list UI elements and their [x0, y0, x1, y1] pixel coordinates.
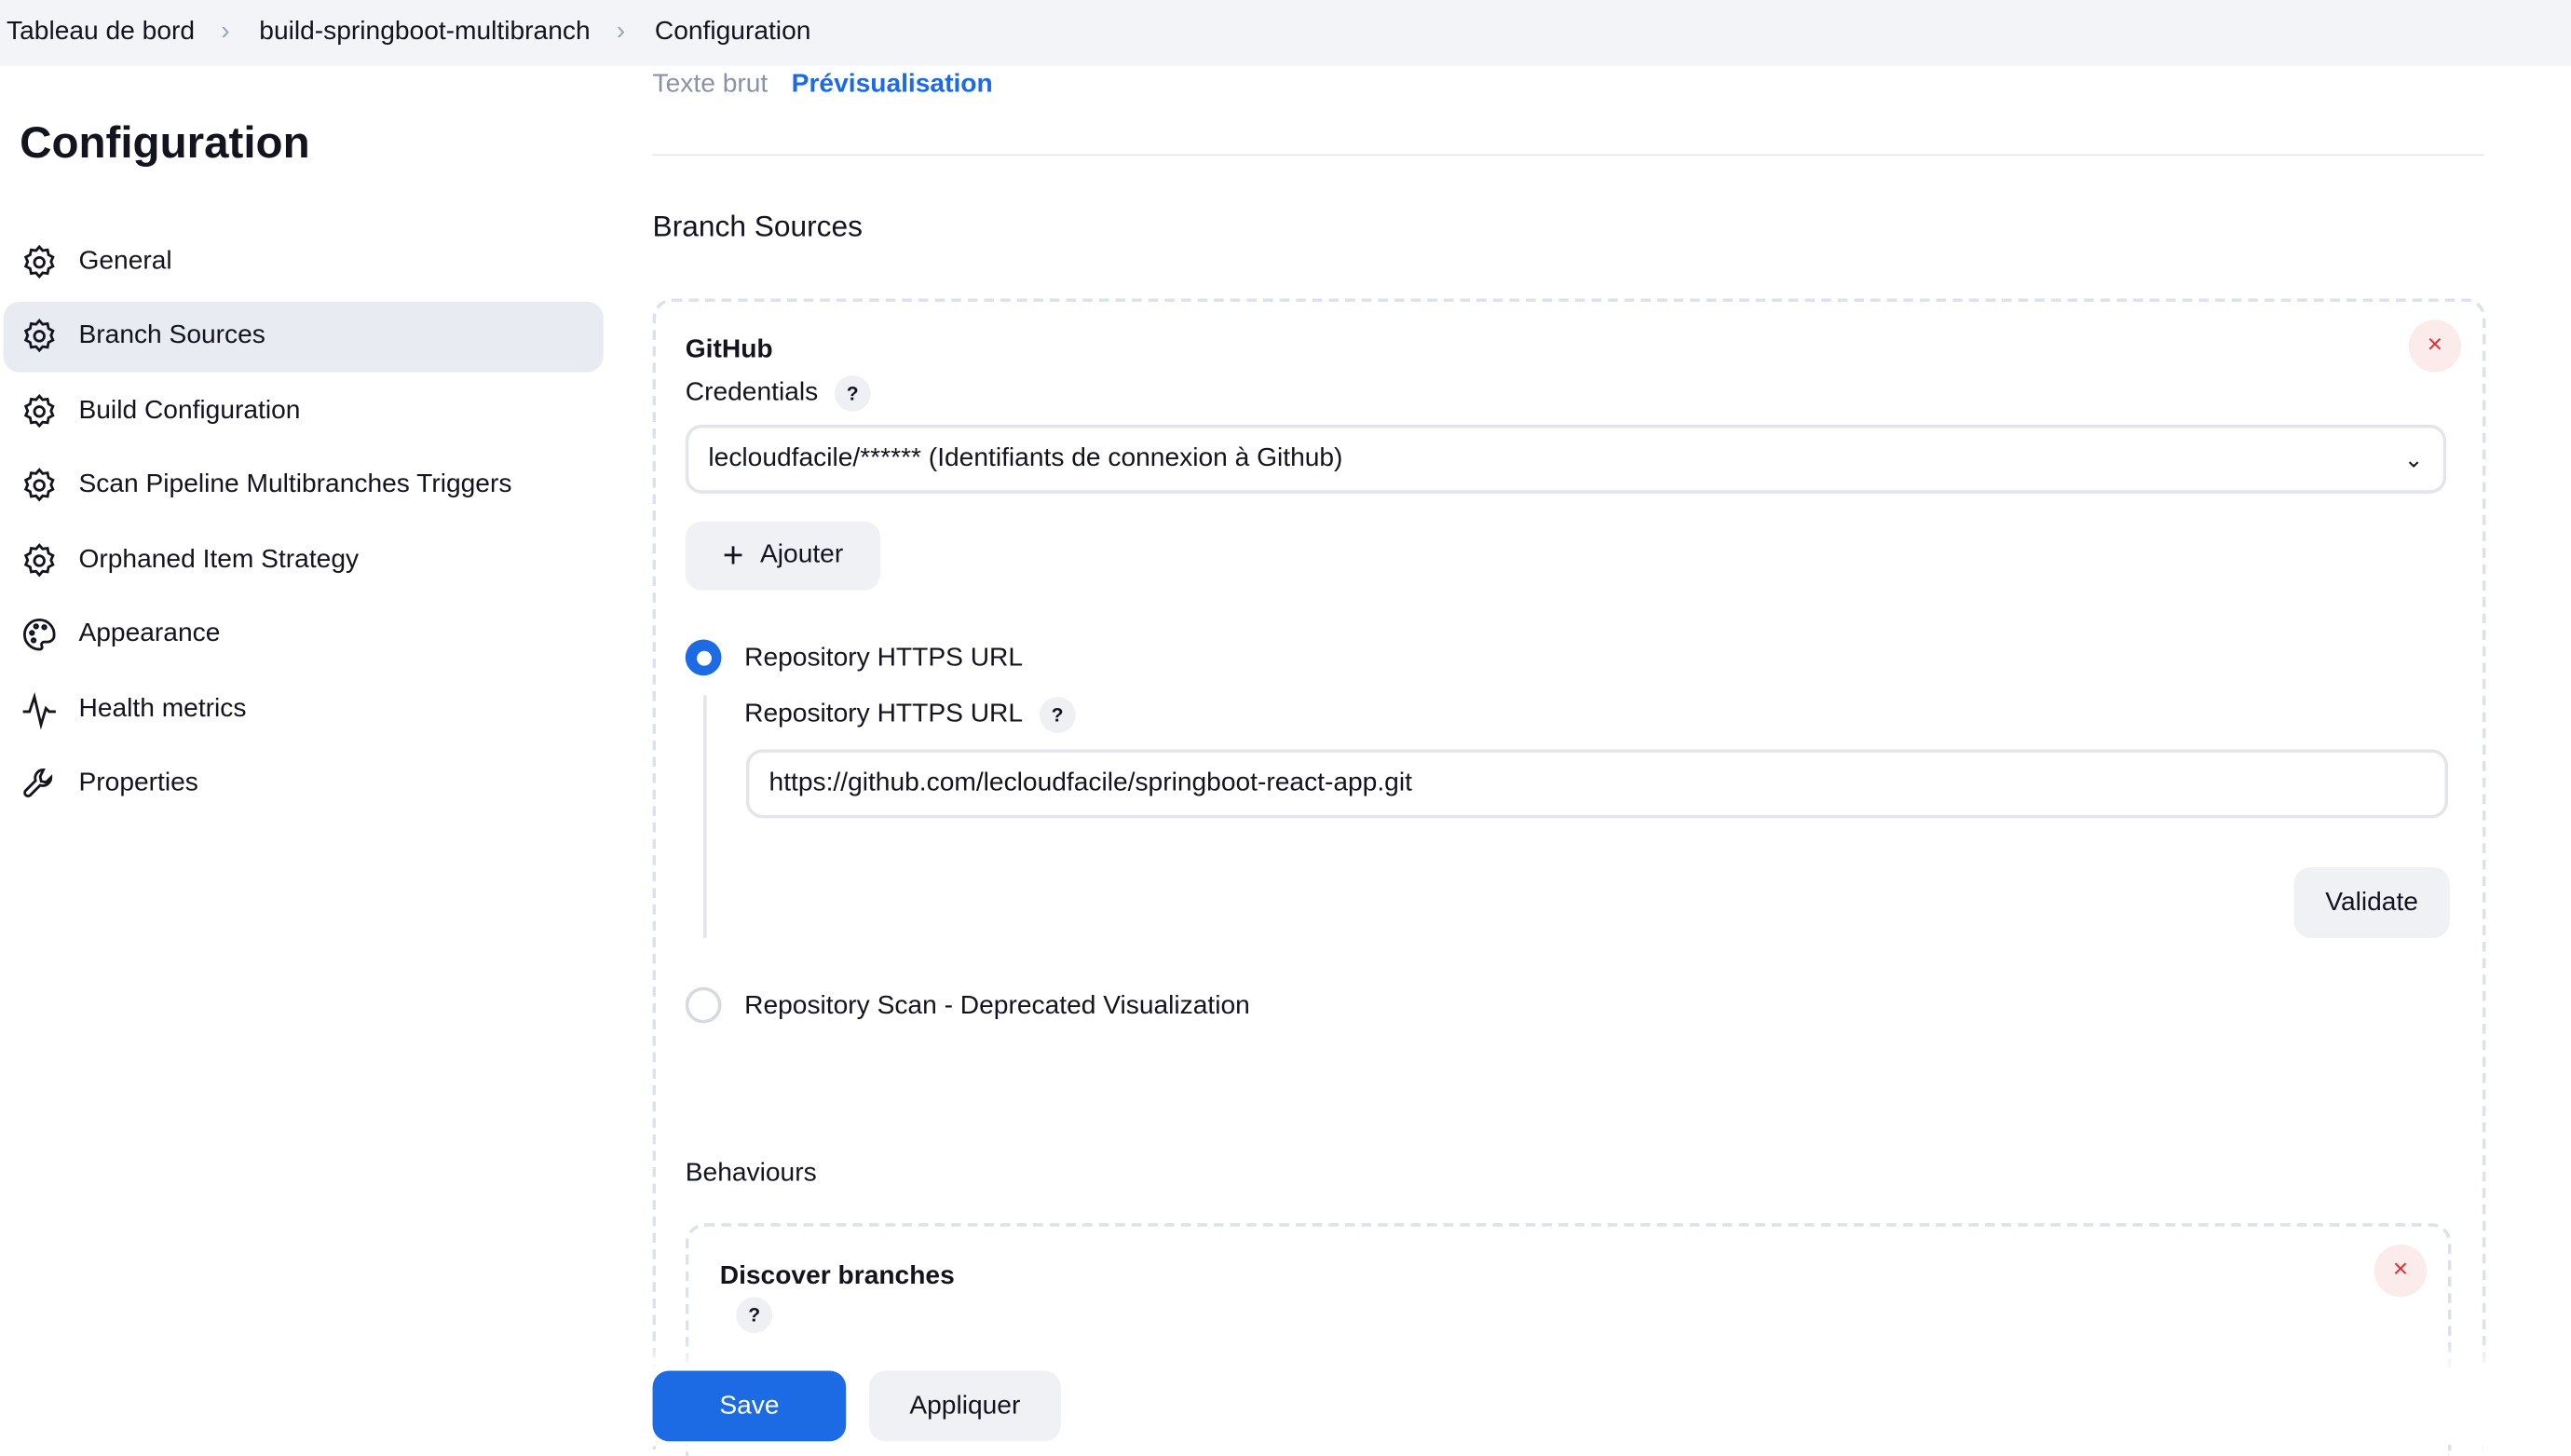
divider [652, 154, 2484, 156]
sidebar-item-scan-triggers[interactable]: Scan Pipeline Multibranches Triggers [4, 450, 604, 521]
sidebar-item-label: Appearance [78, 619, 221, 648]
radio-https-url-label: Repository HTTPS URL [744, 644, 1024, 673]
sidebar-item-build-configuration[interactable]: Build Configuration [4, 375, 604, 446]
discover-branches-title: Discover branches [719, 1262, 955, 1291]
sidebar-item-label: Branch Sources [78, 320, 265, 349]
chevron-right-icon: › [221, 18, 230, 47]
radio-repository-scan[interactable] [685, 987, 722, 1024]
close-icon[interactable]: × [2408, 320, 2462, 373]
breadcrumb: Tableau de bord › build-springboot-multib… [0, 0, 2571, 66]
wrench-icon [23, 769, 53, 797]
apply-button[interactable]: Appliquer [868, 1370, 1061, 1442]
chevron-down-icon: ⌄ [2403, 444, 2424, 472]
gear-icon [23, 468, 55, 502]
repository-url-value: https://github.com/lecloudfacile/springb… [769, 769, 1412, 797]
sidebar-item-label: General [78, 246, 172, 275]
github-title: GitHub [685, 335, 773, 364]
add-label: Ajouter [759, 540, 844, 569]
sidebar-item-properties[interactable]: Properties [4, 749, 604, 820]
gear-icon [23, 318, 55, 353]
sidebar-nav: General Branch Sources Build Configurati… [3, 226, 604, 823]
sidebar-item-appearance[interactable]: Appearance [4, 599, 604, 670]
sidebar-item-label: Build Configuration [78, 396, 301, 425]
breadcrumb-configuration[interactable]: Configuration [655, 18, 811, 48]
sidebar-item-orphaned-item-strategy[interactable]: Orphaned Item Strategy [4, 524, 604, 595]
credentials-label: Credentials [685, 378, 819, 407]
radio-https-url[interactable] [685, 639, 722, 676]
description-tabs: Texte brut Prévisualisation [653, 71, 993, 101]
validate-button[interactable]: Validate [2293, 867, 2450, 938]
radio-repository-scan-label: Repository Scan - Deprecated Visualizati… [744, 991, 1250, 1020]
gear-icon [23, 393, 55, 428]
add-credentials-button[interactable]: + Ajouter [685, 521, 881, 591]
plus-icon: + [722, 534, 744, 576]
sidebar-item-health-metrics[interactable]: Health metrics [4, 674, 604, 744]
nested-indicator [703, 695, 707, 938]
section-title: Branch Sources [652, 210, 864, 243]
breadcrumb-job[interactable]: build-springboot-multibranch [259, 18, 590, 48]
page-title: Configuration [20, 117, 310, 168]
credentials-select[interactable]: lecloudfacile/****** (Identifiants de co… [685, 424, 2447, 494]
url-label: Repository HTTPS URL [744, 700, 1024, 728]
url-label-row: Repository HTTPS URL ? [744, 697, 1076, 733]
help-icon[interactable]: ? [736, 1297, 773, 1334]
sidebar-item-label: Health metrics [78, 694, 247, 723]
pulse-icon [22, 691, 56, 729]
save-button[interactable]: Save [652, 1370, 847, 1442]
sidebar-item-general[interactable]: General [4, 226, 604, 297]
palette-icon [23, 618, 56, 651]
help-icon[interactable]: ? [1039, 697, 1076, 733]
credentials-value: lecloudfacile/****** (Identifiants de co… [708, 444, 1343, 472]
sidebar-item-label: Orphaned Item Strategy [78, 545, 360, 574]
sidebar-item-branch-sources[interactable]: Branch Sources [3, 300, 604, 372]
tab-preview[interactable]: Prévisualisation [792, 71, 993, 99]
credentials-row: Credentials ? [686, 375, 871, 412]
breadcrumb-dashboard[interactable]: Tableau de bord [7, 18, 195, 48]
sidebar-item-label: Scan Pipeline Multibranches Triggers [78, 470, 512, 499]
footer-bar [0, 1340, 2571, 1445]
behaviours-label: Behaviours [685, 1159, 817, 1188]
chevron-right-icon: › [616, 18, 626, 47]
gear-icon [23, 542, 55, 577]
help-icon[interactable]: ? [834, 375, 871, 412]
gear-icon [23, 243, 55, 279]
sidebar-item-label: Properties [78, 769, 198, 797]
close-icon[interactable]: × [2374, 1244, 2428, 1298]
repository-url-input[interactable]: https://github.com/lecloudfacile/springb… [745, 749, 2448, 819]
tab-raw-text[interactable]: Texte brut [653, 71, 769, 99]
